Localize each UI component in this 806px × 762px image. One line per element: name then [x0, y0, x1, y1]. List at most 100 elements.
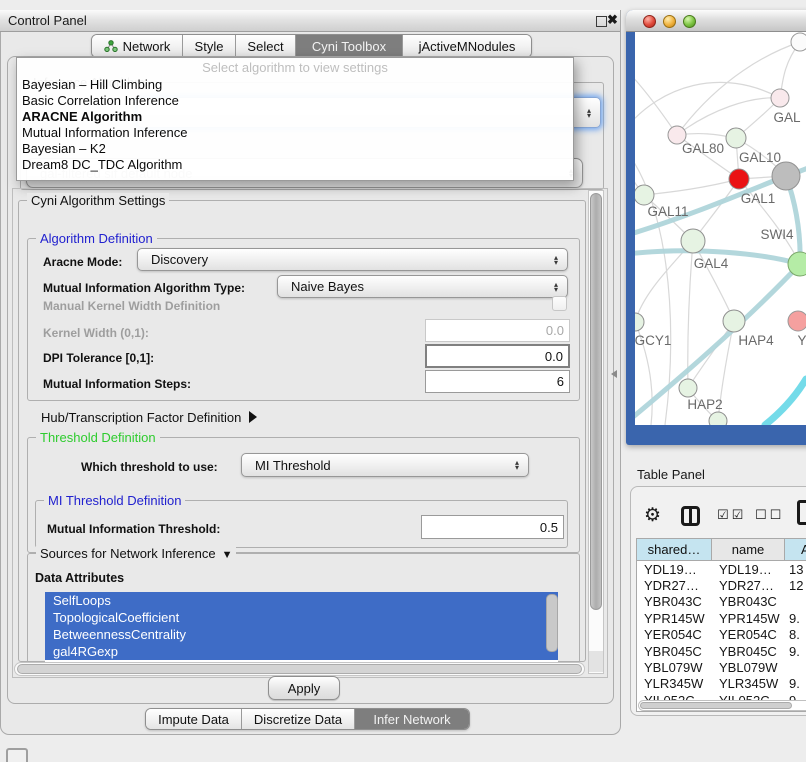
network-node[interactable] — [635, 313, 644, 331]
which-threshold-combobox[interactable]: MI Threshold ▴▾ — [241, 453, 529, 477]
apply-button[interactable]: Apply — [268, 676, 340, 700]
tab-discretize-data[interactable]: Discretize Data — [241, 709, 354, 729]
network-node[interactable] — [679, 379, 697, 397]
tab-style[interactable]: Style — [182, 35, 235, 57]
table-row[interactable]: YPR145WYPR145W9. — [637, 610, 806, 626]
minimize-traffic-light-icon[interactable] — [663, 15, 676, 28]
table-row[interactable]: YBL079WYBL079W — [637, 659, 806, 675]
float-window-icon[interactable] — [596, 16, 607, 27]
mi-steps-field[interactable]: 6 — [425, 370, 570, 393]
network-node[interactable] — [726, 128, 746, 148]
expander-right-arrow-icon — [249, 411, 257, 423]
table-cell: 9. — [785, 611, 806, 626]
table-cell: 13 — [785, 562, 806, 577]
network-node[interactable] — [681, 229, 705, 253]
table-row[interactable]: YLR345WYLR345W9. — [637, 676, 806, 692]
which-threshold-value: MI Threshold — [255, 458, 331, 473]
data-attributes-list[interactable]: SelfLoopsTopologicalCoefficientBetweenne… — [45, 592, 558, 662]
mi-algorithm-type-combobox[interactable]: Naive Bayes ▴▾ — [277, 275, 568, 298]
network-node-label: GAL4 — [694, 256, 729, 271]
document-icon[interactable] — [797, 500, 806, 525]
algorithm-option[interactable]: ARACNE Algorithm — [17, 109, 573, 125]
algorithm-option[interactable]: Bayesian – Hill Climbing — [17, 77, 573, 93]
dpi-tolerance-field[interactable]: 0.0 — [425, 344, 570, 368]
hub-definition-expander[interactable]: Hub/Transcription Factor Definition — [41, 410, 257, 425]
zoom-traffic-light-icon[interactable] — [683, 15, 696, 28]
table-row[interactable]: YIL052CYIL052C9. — [637, 692, 806, 700]
data-attribute-item[interactable]: BetweennessCentrality — [45, 626, 558, 643]
algorithm-option[interactable]: Bayesian – K2 — [17, 141, 573, 157]
table-row[interactable]: YDL19…YDL19…13 — [637, 561, 806, 577]
attributes-list-scrollbar[interactable] — [546, 594, 558, 652]
mi-steps-label: Mutual Information Steps: — [43, 377, 191, 391]
settings-horizontal-scrollbar-thumb[interactable] — [17, 664, 582, 674]
tab-infer-network[interactable]: Infer Network — [354, 709, 469, 729]
network-node-label: GAL1 — [741, 191, 776, 206]
table-cell: 9. — [785, 644, 806, 659]
table-cell: YER054C — [712, 627, 785, 642]
table-body[interactable]: YDL19…YDL19…13YDR27…YDR27…12YBR043CYBR04… — [637, 561, 806, 700]
splitter-collapse-icon[interactable] — [611, 370, 617, 378]
spinner-arrows-icon: ▴▾ — [554, 255, 558, 265]
tab-select[interactable]: Select — [235, 35, 295, 57]
algorithm-option[interactable]: Mutual Information Inference — [17, 125, 573, 141]
algorithm-dropdown-popup: Select algorithm to view settings Bayesi… — [16, 57, 574, 181]
table-cell: YER054C — [637, 627, 712, 642]
table-horizontal-scrollbar-thumb[interactable] — [640, 702, 792, 709]
gear-icon[interactable]: ⚙ — [644, 504, 661, 527]
tab-impute-data[interactable]: Impute Data — [146, 709, 241, 729]
data-attribute-item[interactable]: TopologicalCoefficient — [45, 609, 558, 626]
network-node[interactable] — [791, 33, 806, 51]
application-window: Control Panel ✖ Network Style Select Cyn… — [0, 0, 806, 762]
algorithm-option[interactable]: Dream8 DC_TDC Algorithm — [17, 157, 573, 173]
network-node[interactable] — [723, 310, 745, 332]
deselect-all-rows-icon[interactable]: ☐☐ — [755, 508, 784, 523]
tab-jactivemnodules[interactable]: jActiveMNodules — [402, 35, 531, 57]
data-attribute-item[interactable]: SelfLoops — [45, 592, 558, 609]
network-node-label: Y — [797, 333, 806, 348]
close-icon[interactable]: ✖ — [607, 12, 618, 28]
tab-network[interactable]: Network — [92, 35, 182, 57]
which-threshold-label: Which threshold to use: — [81, 460, 218, 474]
table-row[interactable]: YDR27…YDR27…12 — [637, 577, 806, 593]
kernel-width-field[interactable]: 0.0 — [425, 319, 570, 342]
control-panel-title: Control Panel — [8, 13, 87, 28]
manual-kernel-width-checkbox[interactable] — [552, 296, 567, 311]
mi-threshold-definition-label: MI Threshold Definition — [44, 493, 185, 508]
table-cell: YDR27… — [712, 578, 785, 593]
table-cell: YBR043C — [637, 594, 712, 609]
network-node[interactable] — [729, 169, 749, 189]
table-row[interactable]: YBR043CYBR043C — [637, 594, 806, 610]
sources-group-label[interactable]: Sources for Network Inference▼ — [36, 546, 236, 561]
corner-mini-button[interactable] — [6, 748, 28, 762]
close-traffic-light-icon[interactable] — [643, 15, 656, 28]
settings-vertical-scrollbar-thumb[interactable] — [590, 193, 602, 610]
control-panel-titlebar[interactable] — [0, 10, 620, 32]
network-node[interactable] — [788, 311, 806, 331]
select-all-rows-icon[interactable]: ☑☑ — [717, 508, 746, 523]
data-attribute-item[interactable]: gal4RGexp — [45, 643, 558, 660]
network-edge-bright — [765, 379, 806, 425]
table-cell: YBR045C — [637, 644, 712, 659]
table-row[interactable]: YBR045CYBR045C9. — [637, 643, 806, 659]
table-cell: YBL079W — [637, 660, 712, 675]
column-header-clipped[interactable]: A — [785, 539, 806, 561]
spinner-arrows-icon: ▴▾ — [515, 460, 519, 470]
table-row[interactable]: YER054CYER054C8. — [637, 627, 806, 643]
algorithm-option[interactable]: Basic Correlation Inference — [17, 93, 573, 109]
table-cell: YDL19… — [712, 562, 785, 577]
network-node[interactable] — [635, 185, 654, 205]
network-node[interactable] — [771, 89, 789, 107]
column-header-name[interactable]: name — [712, 539, 785, 561]
tab-cyni-toolbox[interactable]: Cyni Toolbox — [295, 35, 402, 57]
column-header-shared-name[interactable]: shared… — [637, 539, 712, 561]
network-canvas[interactable]: GALGAL80GAL10GAL1GAL11SWI4GAL4GCY1HAP4YH… — [635, 32, 806, 425]
mi-threshold-field[interactable]: 0.5 — [421, 515, 564, 539]
network-node[interactable] — [772, 162, 800, 190]
data-attributes-label: Data Attributes — [35, 571, 124, 585]
network-node-label: GAL80 — [682, 141, 724, 156]
table-cell: YIL052C — [637, 693, 712, 700]
aracne-mode-combobox[interactable]: Discovery ▴▾ — [137, 248, 568, 271]
network-node[interactable] — [709, 412, 727, 425]
manual-kernel-width-label: Manual Kernel Width Definition — [43, 299, 220, 313]
